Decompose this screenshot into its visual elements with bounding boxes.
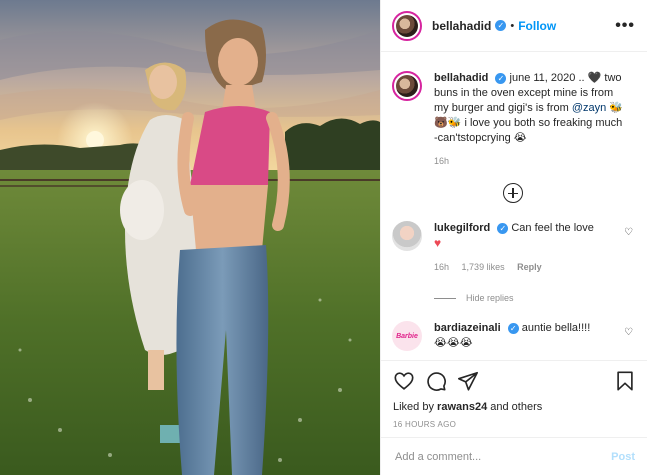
verified-badge-icon: ✓ bbox=[495, 20, 507, 31]
photo-illustration bbox=[0, 0, 380, 475]
liked-by: Liked by rawans24 and others bbox=[393, 401, 635, 413]
comment-text: lukegilford ✓ Can feel the love ♥ 16h 1,… bbox=[434, 221, 624, 275]
bee-emoji-icon: 🐝 bbox=[609, 102, 623, 114]
comment-text: bardiazeinali ✓ auntie bella!!!! 😭😭😭 bbox=[434, 321, 624, 351]
caption-avatar[interactable] bbox=[392, 71, 422, 101]
author-avatar[interactable] bbox=[392, 10, 422, 41]
caption-text: bellahadid ✓ june 11, 2020 .. 🖤 two buns… bbox=[434, 71, 624, 169]
heart-icon[interactable] bbox=[393, 370, 415, 392]
reply-button[interactable]: Reply bbox=[517, 262, 542, 272]
avatar-image bbox=[396, 14, 418, 37]
add-comment-input[interactable] bbox=[395, 450, 612, 463]
bookmark-icon[interactable] bbox=[615, 370, 635, 392]
hide-replies-button[interactable]: Hide replies bbox=[434, 293, 633, 303]
comment-username[interactable]: lukegilford bbox=[434, 222, 490, 234]
comment-like-heart-icon[interactable]: ♡ bbox=[624, 327, 633, 338]
plus-circle-icon[interactable] bbox=[502, 183, 523, 203]
post-comment-button[interactable]: Post bbox=[611, 451, 635, 463]
verified-badge-icon: ✓ bbox=[495, 72, 507, 84]
caption-time[interactable]: 16h bbox=[434, 156, 449, 166]
action-icons bbox=[393, 369, 635, 393]
follow-button[interactable]: Follow bbox=[518, 19, 556, 33]
caption-date: june 11, 2020 .. bbox=[509, 72, 585, 84]
comment-icon[interactable] bbox=[425, 370, 447, 392]
comment-likes[interactable]: 1,739 likes bbox=[462, 262, 505, 272]
avatar-image bbox=[396, 75, 418, 97]
instagram-post: bellahadid ✓ • Follow ••• bellahadid ✓ j… bbox=[0, 0, 647, 475]
comments-section[interactable]: bellahadid ✓ june 11, 2020 .. 🖤 two buns… bbox=[381, 53, 647, 360]
post-header: bellahadid ✓ • Follow ••• bbox=[381, 0, 647, 52]
crying-face-emoji-icon: 😭😭😭 bbox=[434, 337, 473, 349]
comment-time[interactable]: 16h bbox=[434, 262, 449, 272]
author-username[interactable]: bellahadid bbox=[432, 19, 491, 33]
separator-dot: • bbox=[510, 19, 515, 32]
comment-username[interactable]: bardiazeinali bbox=[434, 322, 501, 334]
hide-replies-label: Hide replies bbox=[466, 293, 514, 303]
comment-row: lukegilford ✓ Can feel the love ♥ 16h 1,… bbox=[392, 221, 633, 275]
add-comment-bar: Post bbox=[381, 437, 647, 475]
crying-face-emoji-icon: 😭 bbox=[513, 132, 527, 144]
hide-replies-line bbox=[434, 297, 456, 299]
post-timestamp[interactable]: 16 HOURS AGO bbox=[393, 420, 635, 429]
post-actions: Liked by rawans24 and others 16 HOURS AG… bbox=[381, 360, 647, 429]
verified-badge-icon: ✓ bbox=[507, 322, 519, 334]
comment-meta: 16h 1,739 likes Reply bbox=[434, 260, 624, 275]
bear-emoji-icon: 🐻 bbox=[434, 117, 448, 129]
comment-body: Can feel the love bbox=[511, 222, 594, 234]
caption-meta: 16h bbox=[434, 154, 624, 169]
liked-by-prefix: Liked by bbox=[393, 401, 434, 413]
black-heart-emoji-icon: 🖤 bbox=[587, 72, 602, 84]
mention-link[interactable]: @zayn bbox=[572, 102, 606, 114]
verified-badge-icon: ✓ bbox=[497, 222, 509, 234]
comment-body: auntie bella!!!! bbox=[521, 322, 591, 334]
caption-username[interactable]: bellahadid bbox=[434, 72, 488, 84]
share-icon[interactable] bbox=[457, 370, 479, 392]
comment-like-heart-icon[interactable]: ♡ bbox=[624, 227, 633, 238]
commenter-avatar[interactable] bbox=[392, 221, 422, 251]
liked-by-user[interactable]: rawans24 bbox=[437, 401, 487, 413]
post-side-panel: bellahadid ✓ • Follow ••• bellahadid ✓ j… bbox=[380, 0, 647, 475]
post-photo[interactable] bbox=[0, 0, 380, 475]
bee-emoji-icon: 🐝 bbox=[447, 117, 462, 129]
commenter-avatar[interactable]: Barbie bbox=[392, 321, 422, 351]
more-options-icon[interactable]: ••• bbox=[615, 17, 635, 35]
liked-by-suffix[interactable]: and others bbox=[490, 401, 542, 413]
comment-row: Barbie bardiazeinali ✓ auntie bella!!!! … bbox=[392, 321, 633, 351]
caption: bellahadid ✓ june 11, 2020 .. 🖤 two buns… bbox=[392, 71, 633, 169]
red-heart-emoji-icon: ♥ bbox=[434, 236, 442, 250]
caption-line2: i love you both so freaking much -can'ts… bbox=[434, 117, 623, 144]
barbie-logo-text: Barbie bbox=[396, 332, 418, 340]
